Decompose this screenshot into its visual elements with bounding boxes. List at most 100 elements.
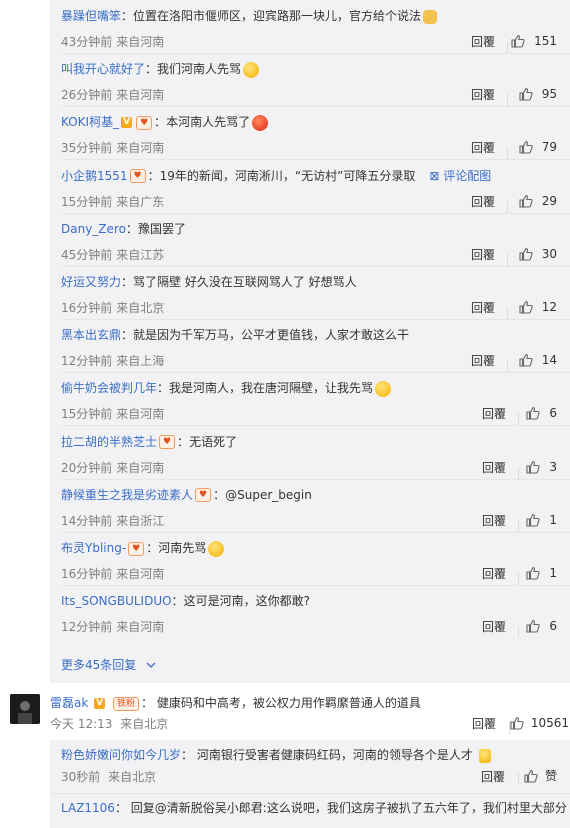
like-count: 1 bbox=[549, 566, 557, 580]
like-button[interactable]: 95 bbox=[518, 86, 557, 102]
sub-comment-time: 35分钟前 bbox=[61, 141, 113, 156]
sub-comment: 静候重生之我是劣迹素人 ♥ ：@Super_begin 14分钟前 来自浙江 回覆 1 bbox=[61, 482, 570, 535]
red-emoji-icon bbox=[252, 114, 269, 131]
reply-location: 来自北京 bbox=[108, 770, 157, 784]
main-reply-1: 粉色娇嫩问你如今几岁： 河南银行受害者健康码红码，河南的领导各个是人才 bbox=[61, 746, 491, 764]
like-count: 10561 bbox=[530, 716, 569, 730]
sub-comment: 布灵Ybling- ♥ ：河南先骂 16分钟前 来自河南 回覆 1 bbox=[61, 535, 570, 588]
sub-comment-username[interactable]: Its_SONGBULIDUO bbox=[61, 594, 172, 608]
thumbs-up-icon[interactable] bbox=[518, 86, 534, 102]
like-button[interactable]: 6 bbox=[525, 618, 557, 634]
sub-comment-username[interactable]: 偷牛奶会被判几年 bbox=[61, 381, 157, 395]
sub-comment-time: 16分钟前 bbox=[61, 301, 113, 315]
sub-comment-text: 19年的新闻，河南淅川，“无访村”可降五分录取 bbox=[159, 168, 416, 183]
reply-like-button[interactable]: 赞 bbox=[523, 768, 557, 784]
reply-button[interactable]: 回覆 bbox=[471, 194, 495, 210]
thumbs-up-icon[interactable] bbox=[525, 512, 541, 528]
reply-button[interactable]: 回覆 bbox=[471, 140, 495, 156]
thumbs-up-icon[interactable] bbox=[525, 565, 541, 581]
like-button[interactable]: 1 bbox=[525, 565, 557, 581]
sub-comment-location: 来自河南 bbox=[116, 620, 165, 635]
divider bbox=[518, 466, 519, 479]
reply-button[interactable]: 回覆 bbox=[471, 353, 495, 369]
divider bbox=[507, 41, 508, 53]
main-like-button[interactable]: 10561 bbox=[509, 715, 569, 731]
thumbs-up-icon[interactable] bbox=[518, 299, 534, 315]
verified-v-icon: V bbox=[94, 698, 106, 709]
thumbs-up-icon[interactable] bbox=[523, 768, 539, 784]
thumbs-up-icon[interactable] bbox=[518, 139, 534, 155]
sub-comment-username[interactable]: 好运又努力 bbox=[61, 275, 121, 289]
thumbs-up-icon[interactable] bbox=[525, 405, 541, 421]
like-button[interactable]: 151 bbox=[510, 33, 557, 49]
sub-comment-time: 15分钟前 bbox=[61, 407, 113, 422]
sub-comment-time: 45分钟前 bbox=[61, 247, 113, 262]
sub-comment-text: 骂了隔壁 好久没在互联网骂人了 好想骂人 bbox=[133, 275, 357, 289]
separator bbox=[61, 212, 570, 214]
more-replies-label[interactable]: 更多45条回复 bbox=[61, 658, 136, 672]
reply-time: 30秒前 bbox=[61, 770, 101, 784]
main-comment-username[interactable]: 雷磊ak bbox=[50, 696, 88, 710]
sub-comment-username[interactable]: 叫我开心就好了 bbox=[61, 62, 145, 76]
comment-image-link[interactable]: ⊠ 评论配图 bbox=[429, 169, 491, 183]
fan-badge-icon: ♥ bbox=[136, 115, 153, 130]
main-comment-text: 健康码和中高考，被公权力用作羁縻普通人的道具 bbox=[156, 696, 421, 710]
sub-comment-username[interactable]: KOKI柯基_ bbox=[61, 115, 119, 129]
sub-comment-text: 这可是河南，这你都敢? bbox=[183, 594, 310, 609]
yellow-emoji-icon bbox=[375, 380, 392, 397]
sub-comment-username[interactable]: 拉二胡的半熟芝士 bbox=[61, 435, 157, 449]
thumbs-up-icon[interactable] bbox=[510, 33, 526, 49]
fan-badge-icon: ♥ bbox=[195, 488, 212, 503]
reply-button[interactable]: 回覆 bbox=[482, 406, 506, 422]
like-button[interactable]: 29 bbox=[518, 193, 557, 209]
thumbs-up-icon[interactable] bbox=[518, 246, 534, 262]
thumbs-up-icon[interactable] bbox=[509, 715, 525, 731]
divider bbox=[518, 626, 519, 639]
main-reply-button[interactable]: 回覆 bbox=[472, 716, 496, 732]
like-button[interactable]: 79 bbox=[518, 139, 557, 155]
sub-comment-username[interactable]: 黑本出玄鼎 bbox=[61, 328, 121, 342]
reply-button[interactable]: 回覆 bbox=[482, 619, 506, 635]
like-button[interactable]: 1 bbox=[525, 512, 557, 528]
reply-button[interactable]: 回覆 bbox=[471, 34, 495, 50]
like-count: 6 bbox=[549, 406, 557, 421]
like-button[interactable]: 30 bbox=[518, 246, 557, 262]
thumbs-up-icon[interactable] bbox=[518, 352, 534, 368]
reply-button[interactable]: 回覆 bbox=[482, 460, 506, 476]
sub-comment: 暴躁但嘴笨：位置在洛阳市偃师区，迎宾路那一块儿，官方给个说法 43分钟前 来自河南回… bbox=[61, 3, 570, 56]
sub-comment-username[interactable]: Dany_Zero bbox=[61, 222, 126, 236]
thumbs-up-icon[interactable] bbox=[525, 618, 541, 634]
sub-comment-username[interactable]: 小企鹅1551 bbox=[61, 169, 128, 183]
reply-button[interactable]: 回覆 bbox=[482, 566, 506, 582]
avatar[interactable] bbox=[10, 694, 40, 724]
thumbs-up-icon[interactable] bbox=[518, 193, 534, 209]
sub-comment-username[interactable]: 暴躁但嘴笨 bbox=[61, 9, 121, 23]
separator bbox=[61, 159, 570, 161]
sub-comment-text: 我是河南人，我在唐河隔壁，让我先骂 bbox=[169, 381, 374, 396]
reply-username[interactable]: 粉色娇嫩问你如今几岁 bbox=[61, 748, 181, 762]
sub-comment-username[interactable]: 布灵Ybling- bbox=[61, 541, 126, 555]
sub-comment-text: @Super_begin bbox=[225, 487, 312, 502]
chevron-down-icon[interactable] bbox=[146, 661, 156, 669]
more-replies-link[interactable]: 更多45条回复 bbox=[61, 656, 156, 673]
reply-button[interactable]: 回覆 bbox=[471, 247, 495, 263]
reply-button[interactable]: 回覆 bbox=[471, 300, 495, 316]
reply-button[interactable]: 回覆 bbox=[471, 87, 495, 103]
separator bbox=[61, 319, 570, 320]
thumbs-up-icon[interactable] bbox=[525, 459, 541, 475]
sub-comment: Its_SONGBULIDUO：这可是河南，这你都敢? 12分钟前 来自河南 回覆 6 bbox=[61, 588, 570, 641]
reply-button[interactable]: 回覆 bbox=[481, 769, 505, 785]
pray-emoji-icon bbox=[423, 9, 438, 24]
reply-button[interactable]: 回覆 bbox=[482, 513, 506, 529]
like-button[interactable]: 14 bbox=[518, 352, 557, 368]
yellow-emoji-icon bbox=[243, 61, 260, 78]
like-button[interactable]: 3 bbox=[525, 459, 557, 475]
separator bbox=[50, 793, 570, 794]
main-comment-location: 来自北京 bbox=[120, 717, 169, 731]
reply-username[interactable]: LAZ1106 bbox=[61, 801, 115, 815]
sub-comment-text: 本河南人先骂了 bbox=[166, 115, 251, 130]
divider bbox=[518, 519, 519, 532]
like-button[interactable]: 6 bbox=[525, 405, 557, 421]
like-button[interactable]: 12 bbox=[518, 299, 557, 315]
sub-comment-username[interactable]: 静候重生之我是劣迹素人 bbox=[61, 488, 193, 502]
